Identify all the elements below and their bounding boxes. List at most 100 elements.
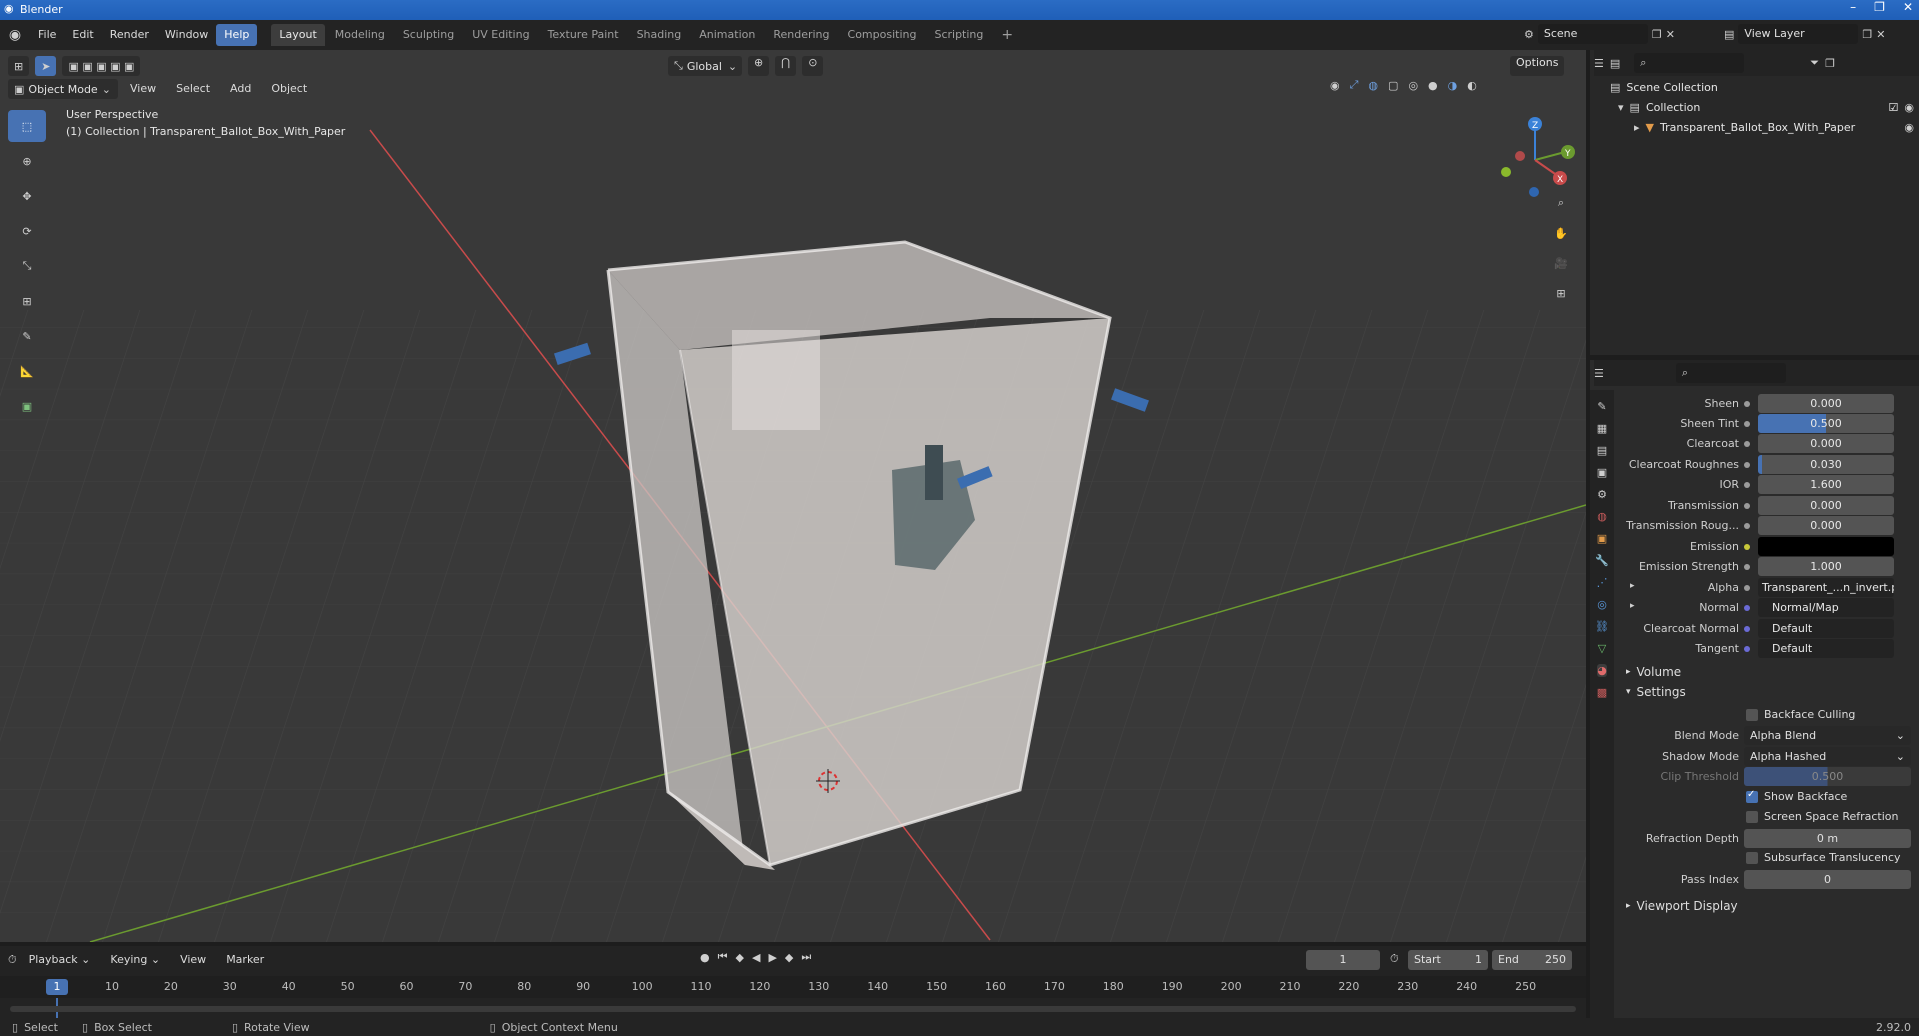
world-tab-icon[interactable]: ◍ [1597, 510, 1607, 523]
move-tool[interactable]: ✥ [8, 180, 46, 212]
new-view-layer-icon[interactable]: ❐ [1862, 28, 1872, 41]
new-scene-icon[interactable]: ❐ [1652, 28, 1662, 41]
selection-mode-buttons[interactable]: ▣ ▣ ▣ ▣ ▣ [62, 56, 141, 76]
object-tab-icon[interactable]: ▣ [1597, 532, 1607, 545]
viewport-menu-add[interactable]: Add [222, 78, 259, 100]
prev-keyframe-icon[interactable]: ◆ [736, 951, 744, 964]
viewport-menu-select[interactable]: Select [168, 78, 218, 100]
menu-edit[interactable]: Edit [64, 24, 101, 46]
gizmo-icon[interactable]: ⤢ [1350, 78, 1359, 92]
tab-animation[interactable]: Animation [691, 24, 763, 46]
maximize-button[interactable]: ❐ [1874, 0, 1885, 14]
modifier-tab-icon[interactable]: 🔧 [1595, 554, 1609, 567]
play-icon[interactable]: ▶ [768, 951, 776, 964]
tab-scripting[interactable]: Scripting [926, 24, 991, 46]
settings-panel-header[interactable]: ▾ Settings [1626, 682, 1686, 702]
viewport-menu-view[interactable]: View [122, 78, 164, 100]
transmission-field[interactable]: 0.000 [1758, 496, 1894, 515]
outliner-search-input[interactable]: ⌕ [1634, 53, 1745, 73]
tab-sculpting[interactable]: Sculpting [395, 24, 462, 46]
zoom-icon[interactable]: ⌕ [1550, 192, 1572, 214]
jump-start-icon[interactable]: ⏮ [718, 950, 728, 964]
viewport-menu-object[interactable]: Object [263, 78, 315, 100]
material-tab-icon[interactable]: ◕ [1597, 664, 1607, 677]
add-workspace-icon[interactable]: + [993, 24, 1021, 46]
editor-type-button[interactable]: ⊞ [8, 56, 30, 76]
timeline-menu-keying[interactable]: Keying ⌄ [102, 949, 168, 971]
blend-mode-dropdown[interactable]: Alpha Blend ⌄ [1744, 726, 1911, 745]
display-mode-icon[interactable]: ▤ [1610, 57, 1620, 70]
color-socket-dot-icon[interactable] [1744, 544, 1750, 550]
xray-icon[interactable]: ▢ [1388, 79, 1398, 92]
play-reverse-icon[interactable]: ◀ [752, 951, 760, 964]
cursor-tool[interactable]: ⊕ [8, 145, 46, 177]
close-window-button[interactable]: ✕ [1903, 0, 1913, 14]
scene-tab-icon[interactable]: ⚙ [1597, 488, 1607, 501]
end-frame-field[interactable]: End 250 [1492, 950, 1572, 970]
current-frame-field[interactable]: 1 [1306, 950, 1380, 970]
socket-dot-icon[interactable] [1744, 564, 1750, 570]
menu-help[interactable]: Help [216, 24, 258, 46]
minimize-button[interactable]: – [1850, 0, 1856, 14]
next-keyframe-icon[interactable]: ◆ [785, 951, 793, 964]
constraints-tab-icon[interactable]: ⛓ [1595, 620, 1609, 633]
frame-ruler[interactable]: 1 10 20 30 40 50 60 70 80 90 100 110 120 130 140 150 16… [0, 976, 1586, 998]
clearcoat-field[interactable]: 0.000 [1758, 434, 1894, 453]
delete-view-layer-icon[interactable]: ✕ [1876, 28, 1885, 41]
pass-index-field[interactable]: 0 [1744, 870, 1911, 889]
outliner-object[interactable]: ▸ ▼ Transparent_Ballot_Box_With_Paper ◉ [1634, 118, 1914, 138]
tab-modeling[interactable]: Modeling [327, 24, 393, 46]
socket-dot-icon[interactable] [1744, 482, 1750, 488]
clearcoat-normal-field[interactable]: Default [1758, 619, 1894, 638]
scene-name-field[interactable]: Scene [1537, 24, 1648, 44]
outliner-collection[interactable]: ▾ ▤ Collection ☑ ◉ [1618, 98, 1914, 118]
scene-icon[interactable]: ⚙ [1524, 28, 1534, 41]
record-icon[interactable]: ● [700, 951, 710, 964]
menu-file[interactable]: File [30, 24, 64, 46]
exclude-checkbox[interactable]: ☑ [1889, 98, 1899, 118]
transform-tool[interactable]: ⊞ [8, 285, 46, 317]
material-preview-icon[interactable]: ◑ [1448, 79, 1458, 92]
solid-shading-icon[interactable]: ● [1428, 79, 1438, 92]
tab-shading[interactable]: Shading [629, 24, 690, 46]
snap-button[interactable]: ⋂ [775, 56, 797, 76]
screen-space-refraction-checkbox[interactable] [1746, 811, 1758, 823]
start-frame-field[interactable]: Start 1 [1408, 950, 1488, 970]
eye-icon[interactable]: ◉ [1904, 98, 1914, 118]
socket-dot-icon[interactable] [1744, 523, 1750, 529]
timeline-menu-view[interactable]: View [172, 949, 214, 971]
rotate-tool[interactable]: ⟳ [8, 215, 46, 247]
texture-tab-icon[interactable]: ▩ [1597, 686, 1607, 699]
pan-hand-icon[interactable]: ✋ [1550, 222, 1572, 244]
clip-threshold-field[interactable]: 0.500 [1744, 767, 1911, 786]
pivot-point-button[interactable]: ⊕ [748, 56, 770, 76]
properties-search-input[interactable]: ⌕ [1675, 363, 1786, 383]
outliner-scene-collection[interactable]: ▤ Scene Collection [1610, 78, 1718, 98]
viewport-display-panel-header[interactable]: ▸ Viewport Display [1626, 896, 1738, 916]
expand-arrow-icon[interactable]: ▾ [1618, 98, 1624, 118]
select-tool-button[interactable]: ➤ [35, 56, 57, 76]
output-tab-icon[interactable]: ▤ [1597, 444, 1607, 457]
object-mode-dropdown[interactable]: ▣ Object Mode ⌄ [8, 79, 118, 99]
rendered-shading-icon[interactable]: ◐ [1467, 79, 1477, 92]
timeline-editor-icon[interactable]: ⏱ [8, 953, 17, 967]
scale-tool[interactable]: ⤡ [8, 250, 46, 282]
measure-tool[interactable]: 📐 [8, 355, 46, 387]
mesh-data-tab-icon[interactable]: ▽ [1598, 642, 1606, 655]
socket-dot-icon[interactable] [1744, 421, 1750, 427]
tab-layout[interactable]: Layout [271, 24, 325, 46]
view-layer-tab-icon[interactable]: ▣ [1597, 466, 1607, 479]
tool-tab-icon[interactable]: ✎ [1597, 400, 1606, 413]
emission-color-swatch[interactable] [1758, 537, 1894, 556]
camera-icon[interactable]: 🎥 [1550, 252, 1572, 274]
blender-menu-icon[interactable]: ◉ [0, 27, 30, 43]
vector-socket-dot-icon[interactable] [1744, 646, 1750, 652]
socket-dot-icon[interactable] [1744, 585, 1750, 591]
socket-dot-icon[interactable] [1744, 401, 1750, 407]
sheen-tint-field[interactable]: 0.500 [1758, 414, 1894, 433]
tab-texture-paint[interactable]: Texture Paint [540, 24, 627, 46]
emission-strength-field[interactable]: 1.000 [1758, 557, 1894, 576]
grid-icon[interactable]: ⊞ [1550, 282, 1572, 304]
tab-compositing[interactable]: Compositing [840, 24, 925, 46]
shadow-mode-dropdown[interactable]: Alpha Hashed ⌄ [1744, 747, 1911, 766]
